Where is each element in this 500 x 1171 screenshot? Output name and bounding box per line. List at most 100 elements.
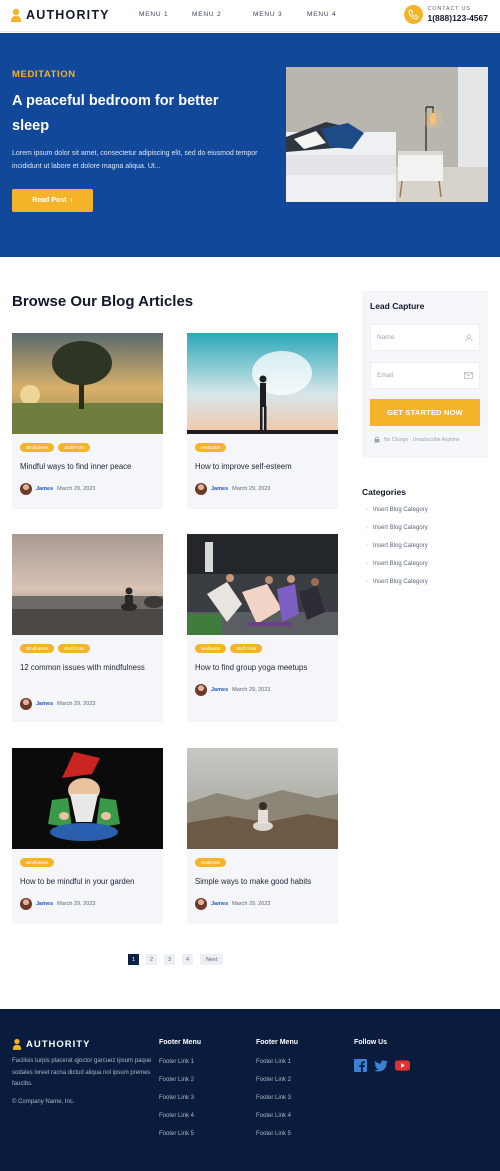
post-image[interactable] <box>187 748 338 849</box>
tag-badge[interactable]: Staff Picks <box>58 443 91 452</box>
email-field[interactable]: Email <box>370 362 480 389</box>
nav-menu-3[interactable]: MENU 3 <box>253 11 282 18</box>
footer-link[interactable]: Footer Link 4 <box>256 1113 291 1119</box>
name-field[interactable]: Name <box>370 324 480 351</box>
page-3-button[interactable]: 3 <box>164 954 175 965</box>
nav-menu-4[interactable]: MENU 4 <box>307 11 336 18</box>
post-date: March 29, 2023 <box>57 486 96 492</box>
post-title[interactable]: Simple ways to make good habits <box>195 875 330 889</box>
author-avatar <box>195 898 207 910</box>
category-link[interactable]: › Insert Blog Category <box>366 579 428 585</box>
author-avatar <box>195 684 207 696</box>
footer-link[interactable]: Footer Link 4 <box>159 1113 194 1119</box>
tag-badge[interactable]: Staff Picks <box>58 644 91 653</box>
category-link[interactable]: › Insert Blog Category <box>366 561 428 567</box>
nav-menu-2[interactable]: MENU 2 <box>192 11 221 18</box>
youtube-icon[interactable] <box>395 1060 410 1071</box>
post-meta: James March 29, 2023 <box>20 698 95 710</box>
tag-badge[interactable]: Meditation <box>195 443 227 452</box>
person-icon <box>11 8 21 22</box>
facebook-icon[interactable] <box>354 1059 367 1072</box>
footer-link[interactable]: Footer Link 2 <box>256 1077 291 1083</box>
contact-phone[interactable]: 1(888)123-4567 <box>428 13 489 23</box>
tree-sunset-photo <box>12 333 163 434</box>
post-image[interactable] <box>12 333 163 434</box>
contact-block[interactable]: CONTACT US 1(888)123-4567 <box>403 5 489 24</box>
post-image[interactable] <box>12 534 163 635</box>
chevron-right-icon: › <box>366 543 368 549</box>
chevron-right-icon: › <box>366 525 368 531</box>
author-avatar <box>20 898 32 910</box>
post-card[interactable]: Meditation How to improve self-esteem Ja… <box>187 333 338 509</box>
footer-link[interactable]: Footer Link 3 <box>256 1095 291 1101</box>
post-author[interactable]: James <box>36 901 53 907</box>
hero-title[interactable]: A peaceful bedroom for better sleep <box>12 89 252 139</box>
post-title[interactable]: 12 common issues with mindfulness <box>20 661 155 675</box>
footer-brand-name: AUTHORITY <box>26 1038 91 1050</box>
post-author[interactable]: James <box>211 901 228 907</box>
post-author[interactable]: James <box>211 486 228 492</box>
post-tags: Mindfulness <box>20 858 55 867</box>
tag-badge[interactable]: Mindfulness <box>20 443 55 452</box>
site-header: AUTHORITY MENU 1 MENU 2 MENU 3 MENU 4 CO… <box>0 0 500 32</box>
tag-badge[interactable]: Staff Picks <box>230 644 263 653</box>
nav-menu-1[interactable]: MENU 1 <box>139 11 168 18</box>
category-label: Insert Blog Category <box>373 507 428 513</box>
get-started-button[interactable]: GET STARTED NOW <box>370 399 480 426</box>
post-card[interactable]: Meditation Staff Picks How to find group… <box>187 534 338 722</box>
page-1-button[interactable]: 1 <box>128 954 139 965</box>
post-date: March 29, 2023 <box>57 901 96 907</box>
footer-brand-logo[interactable]: AUTHORITY <box>12 1038 90 1050</box>
category-link[interactable]: › Insert Blog Category <box>366 543 428 549</box>
tag-badge[interactable]: Mindfulness <box>20 858 55 867</box>
post-image[interactable] <box>187 333 338 434</box>
category-link[interactable]: › Insert Blog Category <box>366 507 428 513</box>
follow-us-title: Follow Us <box>354 1039 388 1046</box>
footer-link[interactable]: Footer Link 3 <box>159 1095 194 1101</box>
post-date: March 29, 2023 <box>232 687 271 693</box>
footer-link[interactable]: Footer Link 2 <box>159 1077 194 1083</box>
hero-image[interactable] <box>286 67 488 202</box>
post-author[interactable]: James <box>36 486 53 492</box>
footer-link[interactable]: Footer Link 1 <box>256 1059 291 1065</box>
hero-excerpt: Lorem ipsum dolor sit amet, consectetur … <box>12 150 258 170</box>
site-footer: AUTHORITY Facilisis turpis placerat qjoc… <box>0 1009 500 1171</box>
tag-badge[interactable]: Meditation <box>195 858 227 867</box>
chevron-right-icon: › <box>366 507 368 513</box>
hero-category[interactable]: MEDITATION <box>12 69 76 80</box>
post-meta: James March 29, 2023 <box>20 483 95 495</box>
email-placeholder: Email <box>377 372 394 379</box>
bedroom-photo <box>286 67 488 202</box>
yoga-class-photo <box>187 534 338 635</box>
post-author[interactable]: James <box>211 687 228 693</box>
post-card[interactable]: Meditation Simple ways to make good habi… <box>187 748 338 924</box>
footer-link[interactable]: Footer Link 1 <box>159 1059 194 1065</box>
footer-description: Facilisis turpis placerat qjoctor garcue… <box>12 1058 152 1087</box>
post-title[interactable]: Mindful ways to find inner peace <box>20 460 155 474</box>
post-card[interactable]: Mindfulness Staff Picks Mindful ways to … <box>12 333 163 509</box>
read-post-button[interactable]: Read Post › <box>12 189 93 212</box>
brand-logo[interactable]: AUTHORITY <box>10 8 110 22</box>
post-author[interactable]: James <box>36 701 53 707</box>
post-title[interactable]: How to find group yoga meetups <box>195 661 330 675</box>
twitter-icon[interactable] <box>374 1059 388 1072</box>
tag-badge[interactable]: Mindfulness <box>20 644 55 653</box>
phone-icon <box>403 5 423 24</box>
tag-badge[interactable]: Meditation <box>195 644 227 653</box>
footer-link[interactable]: Footer Link 5 <box>159 1131 194 1137</box>
next-page-button[interactable]: Next <box>200 954 224 965</box>
page-2-button[interactable]: 2 <box>146 954 157 965</box>
page-4-button[interactable]: 4 <box>182 954 193 965</box>
post-title[interactable]: How to be mindful in your garden <box>20 875 155 889</box>
contact-label: CONTACT US <box>427 6 471 12</box>
footer-menu-title: Footer Menu <box>256 1039 298 1046</box>
post-card[interactable]: Mindfulness Staff Picks 12 common issues… <box>12 534 163 722</box>
author-avatar <box>20 698 32 710</box>
post-image[interactable] <box>187 534 338 635</box>
footer-link[interactable]: Footer Link 5 <box>256 1131 291 1137</box>
post-card[interactable]: Mindfulness How to be mindful in your ga… <box>12 748 163 924</box>
post-image[interactable] <box>12 748 163 849</box>
lead-capture-title: Lead Capture <box>370 301 425 311</box>
post-title[interactable]: How to improve self-esteem <box>195 460 330 474</box>
category-link[interactable]: › Insert Blog Category <box>366 525 428 531</box>
